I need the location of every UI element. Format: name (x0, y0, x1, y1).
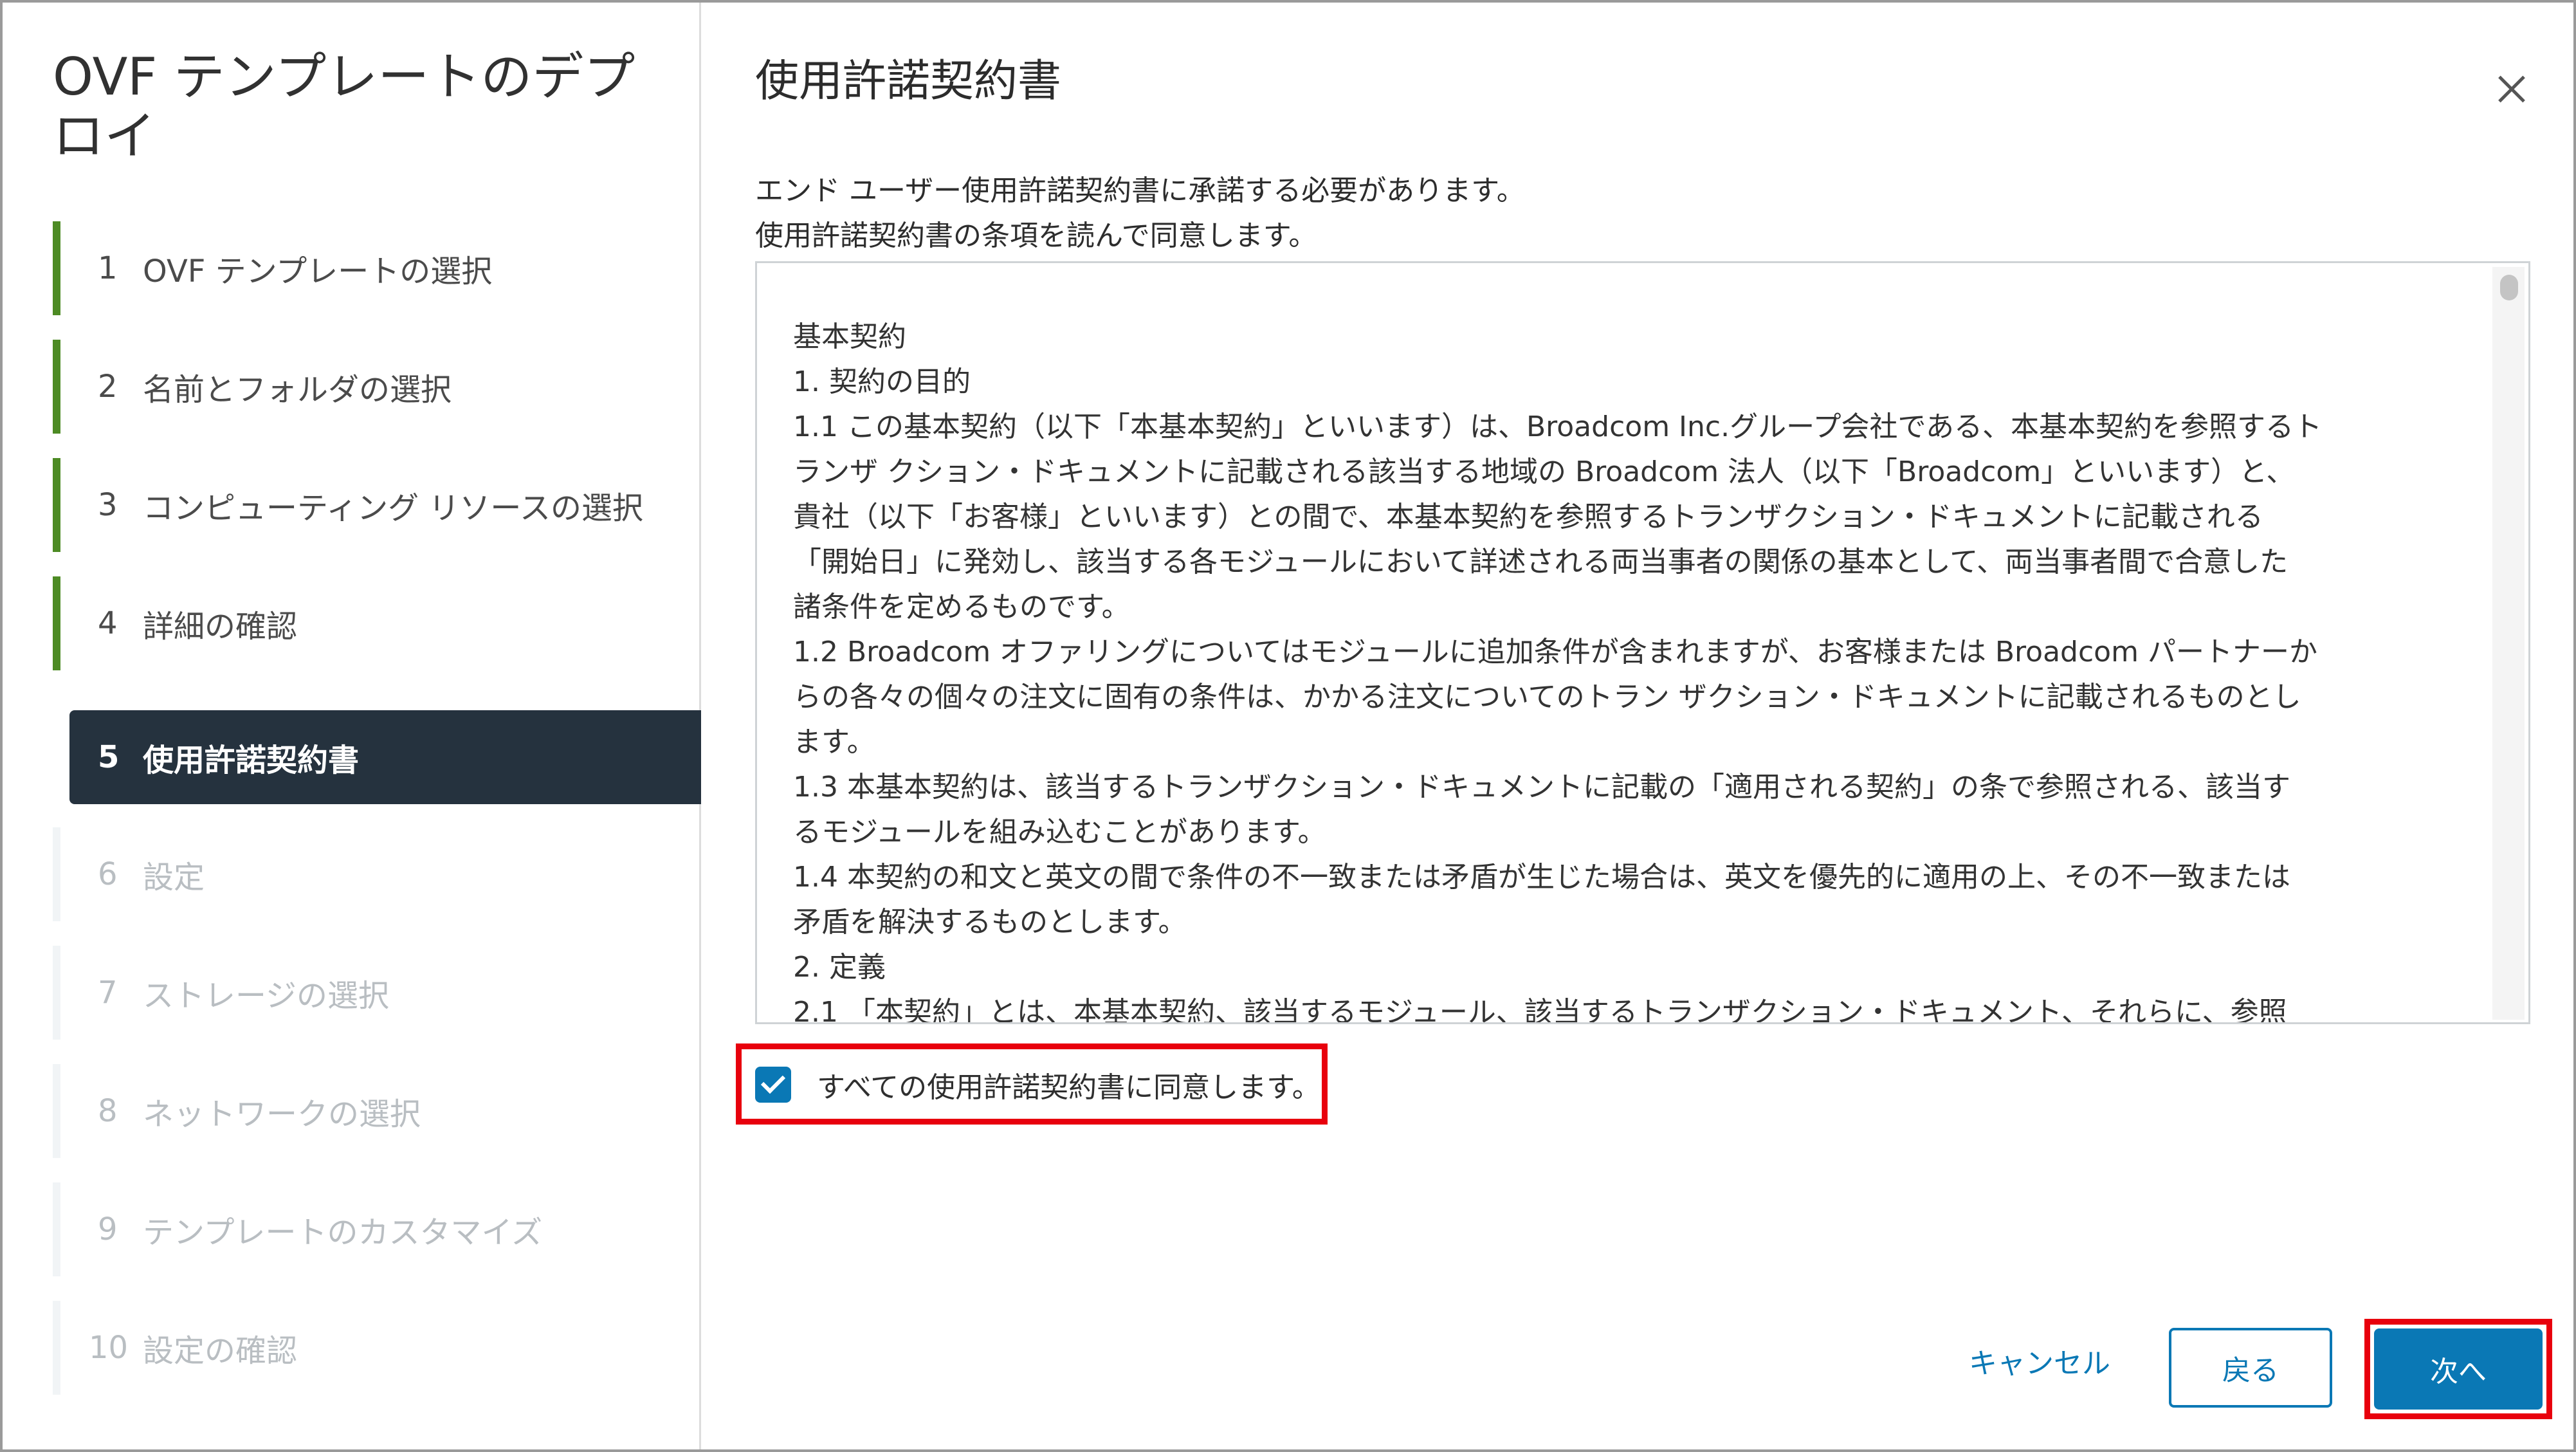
intro-line: エンド ユーザー使用許諾契約書に承諾する必要があります。 (755, 174, 1525, 207)
license-scrollbar[interactable] (2492, 267, 2525, 1020)
intro-line: 使用許諾契約書の条項を読んで同意します。 (755, 219, 1317, 252)
license-line: 1.1 この基本契約（以下「本基本契約」といいます）は、Broadcom Inc… (793, 410, 2322, 443)
step-number: 9 (98, 1211, 118, 1247)
agree-all-label: すべての使用許諾契約書に同意します。 (817, 1071, 1320, 1104)
license-line: 基本契約 (793, 320, 906, 353)
agree-all-checkbox[interactable] (755, 1067, 791, 1103)
license-line: ます。 (793, 726, 875, 758)
license-line: 1.4 本契約の和文と英文の間で条件の不一致または矛盾が生じた場合は、英文を優先… (793, 861, 2290, 894)
step-progress-bar (53, 221, 60, 315)
step-progress-bar (53, 340, 60, 434)
step-label: 設定の確認 (143, 1333, 298, 1369)
step-number: 1 (98, 250, 118, 286)
step-label: 使用許諾契約書 (143, 742, 360, 778)
step-number: 6 (98, 856, 118, 892)
step-progress-bar (53, 576, 60, 670)
step-ready-to-complete: 10 設定の確認 (53, 1301, 701, 1395)
step-number: 7 (98, 975, 118, 1011)
license-line: 「開始日」に発効し、該当する各モジュールにおいて詳述される両当事者の関係の基本と… (793, 546, 2288, 578)
step-number: 8 (98, 1093, 118, 1129)
license-line: らの各々の個々の注文に固有の条件は、かかる注文についてのトラン ザクション・ドキ… (793, 681, 2301, 713)
step-label: ネットワークの選択 (143, 1096, 421, 1132)
license-line: るモジュールを組み込むことがあります。 (793, 816, 1326, 849)
license-line: 1.2 Broadcom オファリングについてはモジュールに追加条件が含まれます… (793, 636, 2317, 668)
scrollbar-thumb[interactable] (2500, 275, 2518, 300)
back-button[interactable]: 戻る (2169, 1328, 2332, 1408)
step-progress-bar (53, 1301, 60, 1395)
step-compute-resource[interactable]: 3 コンピューティング リソースの選択 (53, 458, 701, 552)
close-icon[interactable] (2489, 67, 2534, 112)
step-review-details[interactable]: 4 詳細の確認 (53, 576, 701, 670)
step-label: 名前とフォルダの選択 (143, 372, 452, 408)
step-number: 5 (98, 739, 120, 775)
step-name-folder[interactable]: 2 名前とフォルダの選択 (53, 340, 701, 434)
step-progress-bar (53, 1182, 60, 1276)
step-settings: 6 設定 (53, 827, 701, 921)
step-label: コンピューティング リソースの選択 (143, 490, 643, 526)
license-content: 基本契約 1. 契約の目的 1.1 この基本契約（以下「本基本契約」といいます）… (793, 315, 2465, 1024)
wizard-sidebar: OVF テンプレートのデプロイ 1 OVF テンプレートの選択 2 名前とフォル… (3, 3, 701, 1449)
step-ovf-template[interactable]: 1 OVF テンプレートの選択 (53, 221, 701, 315)
license-line: 矛盾を解決するものとします。 (793, 906, 1187, 939)
step-progress-bar (53, 946, 60, 1040)
license-line: ランザ クション・ドキュメントに記載される該当する地域の Broadcom 法人… (793, 455, 2295, 488)
step-number: 2 (98, 369, 118, 405)
step-select-storage: 7 ストレージの選択 (53, 946, 701, 1040)
step-progress-bar (53, 458, 60, 552)
step-customize-template: 9 テンプレートのカスタマイズ (53, 1182, 701, 1276)
agree-all-checkbox-row[interactable]: すべての使用許諾契約書に同意します。 (755, 1064, 1320, 1105)
step-license-agreements[interactable]: 5 使用許諾契約書 (69, 710, 701, 804)
license-line: 1. 契約の目的 (793, 365, 971, 398)
cancel-button[interactable]: キャンセル (1965, 1339, 2114, 1382)
step-progress-bar (53, 1064, 60, 1158)
page-title: 使用許諾契約書 (755, 56, 1062, 107)
next-button[interactable]: 次へ (2374, 1328, 2543, 1410)
wizard-main: 使用許諾契約書 エンド ユーザー使用許諾契約書に承諾する必要があります。 使用許… (701, 3, 2576, 1449)
step-label: テンプレートのカスタマイズ (143, 1215, 543, 1251)
step-number: 10 (89, 1330, 129, 1366)
step-select-network: 8 ネットワークの選択 (53, 1064, 701, 1158)
step-label: 設定 (143, 859, 205, 896)
deploy-ovf-dialog: OVF テンプレートのデプロイ 1 OVF テンプレートの選択 2 名前とフォル… (0, 0, 2576, 1452)
license-line: 貴社（以下「お客様」といいます）との間で、本基本契約を参照するトランザクション・… (793, 501, 2263, 533)
step-label: ストレージの選択 (143, 978, 390, 1014)
intro-text: エンド ユーザー使用許諾契約書に承諾する必要があります。 使用許諾契約書の条項を… (755, 169, 1525, 259)
license-line: 諸条件を定めるものです。 (793, 591, 1130, 623)
step-number: 4 (98, 605, 118, 641)
license-line: 2. 定義 (793, 951, 886, 984)
step-label: 詳細の確認 (143, 609, 298, 645)
step-label: OVF テンプレートの選択 (143, 253, 493, 289)
wizard-title: OVF テンプレートのデプロイ (53, 47, 635, 166)
license-line: 1.3 本基本契約は、該当するトランザクション・ドキュメントに記載の「適用される… (793, 771, 2290, 804)
step-progress-bar (53, 827, 60, 921)
license-text-box[interactable]: 基本契約 1. 契約の目的 1.1 この基本契約（以下「本基本契約」といいます）… (755, 261, 2530, 1024)
license-line: 2.1 「本契約」とは、本基本契約、該当するモジュール、該当するトランザクション… (793, 996, 2287, 1024)
step-number: 3 (98, 487, 118, 523)
